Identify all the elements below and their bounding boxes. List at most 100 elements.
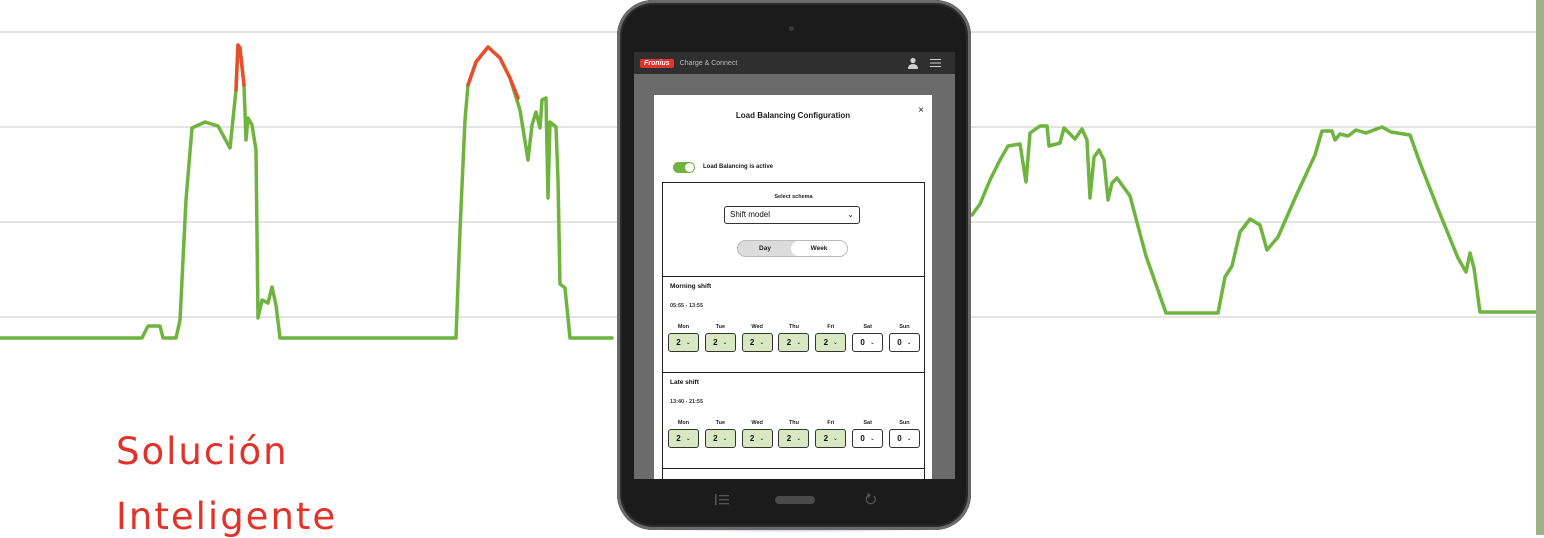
- day-stepper[interactable]: 2 ⌄: [704, 333, 736, 352]
- day-stepper[interactable]: 2 ⌄: [741, 333, 773, 352]
- day-label: Tue: [715, 324, 726, 330]
- day-column-wed: Wed 2 ⌄: [741, 420, 773, 448]
- shift-name: Late shift: [670, 379, 699, 386]
- modal-title: Load Balancing Configuration: [735, 111, 851, 120]
- day-label: Sun: [899, 420, 910, 426]
- day-value: 2: [713, 338, 718, 347]
- chevron-down-icon: ⌄: [796, 436, 802, 442]
- day-label: Tue: [715, 420, 726, 426]
- day-value: 0: [897, 434, 902, 443]
- day-value: 2: [676, 338, 681, 347]
- load-curve-right: [970, 124, 1538, 315]
- day-label: Fri: [827, 324, 835, 330]
- day-label: Mon: [677, 324, 690, 330]
- day-column-sun: Sun 0 ⌄: [888, 420, 920, 448]
- toggle-knob: [685, 163, 694, 172]
- chevron-down-icon: ⌄: [759, 340, 765, 346]
- day-stepper[interactable]: 0 ⌄: [852, 333, 884, 352]
- back-icon[interactable]: [865, 493, 877, 505]
- day-value: 0: [860, 434, 865, 443]
- day-value: 2: [823, 338, 829, 347]
- chevron-down-icon: ⌄: [722, 340, 728, 346]
- schema-select[interactable]: Shift model ⌄: [724, 206, 860, 224]
- chevron-down-icon: ⌄: [685, 436, 691, 442]
- day-value: 2: [786, 434, 792, 443]
- chevron-down-icon: ⌄: [833, 436, 839, 442]
- day-column-sat: Sat 0 ⌄: [852, 324, 884, 352]
- day-stepper[interactable]: 2 ⌄: [668, 333, 699, 352]
- day-column-sun: Sun 0 ⌄: [888, 324, 920, 352]
- load-peak-left: [234, 43, 246, 92]
- day-column-fri: Fri 2 ⌄: [815, 420, 847, 448]
- schema-select-value: Shift model: [730, 210, 771, 219]
- day-stepper[interactable]: 2 ⌄: [741, 429, 773, 448]
- day-label: Sun: [899, 324, 910, 330]
- day-label: Wed: [751, 420, 763, 426]
- chevron-down-icon: ⌄: [833, 340, 839, 346]
- day-column-thu: Thu 2 ⌄: [778, 420, 810, 448]
- app-header: Fronius Charge & Connect: [634, 52, 955, 74]
- day-column-mon: Mon 2 ⌄: [668, 420, 699, 448]
- day-label: Mon: [677, 420, 690, 426]
- chevron-down-icon: ⌄: [796, 340, 802, 346]
- segment-day[interactable]: Day: [738, 241, 792, 256]
- day-label: Sat: [863, 324, 872, 330]
- day-label: Thu: [788, 324, 800, 330]
- schema-label: Select schema: [774, 194, 813, 200]
- device-nav-bar: [617, 490, 971, 510]
- load-peak-middle: [466, 45, 520, 100]
- day-label: Thu: [788, 420, 800, 426]
- day-column-thu: Thu 2 ⌄: [778, 324, 810, 352]
- brand-logo[interactable]: Fronius: [640, 58, 674, 68]
- load-balancing-toggle[interactable]: [673, 162, 695, 173]
- day-column-mon: Mon 2 ⌄: [668, 324, 699, 352]
- user-icon[interactable]: [907, 57, 919, 69]
- shift-time: 13:40 - 21:55: [670, 399, 704, 405]
- day-column-tue: Tue 2 ⌄: [704, 420, 736, 448]
- day-stepper[interactable]: 2 ⌄: [778, 333, 810, 352]
- day-stepper[interactable]: 0 ⌄: [888, 429, 920, 448]
- headline-line-1: Solución: [116, 430, 289, 473]
- schema-section: Select schema Shift model ⌄ Day Week: [662, 182, 925, 276]
- toggle-label: Load Balancing is active: [703, 164, 774, 170]
- right-edge-bar: [1536, 0, 1544, 535]
- chevron-down-icon: ⌄: [722, 436, 728, 442]
- day-column-fri: Fri 2 ⌄: [815, 324, 847, 352]
- chevron-down-icon: ⌄: [685, 340, 691, 346]
- day-column-wed: Wed 2 ⌄: [741, 324, 773, 352]
- headline-line-2: Inteligente: [116, 495, 338, 538]
- menu-icon[interactable]: [930, 58, 941, 68]
- day-value: 2: [713, 434, 718, 443]
- home-button-icon[interactable]: [775, 496, 815, 504]
- day-stepper[interactable]: 0 ⌄: [888, 333, 920, 352]
- camera-dot: [789, 26, 794, 31]
- chevron-down-icon: ⌄: [759, 436, 765, 442]
- shift-time: 05:55 - 13:55: [670, 303, 704, 309]
- day-stepper[interactable]: 2 ⌄: [815, 333, 847, 352]
- day-value: 2: [786, 338, 792, 347]
- tablet-screen: Fronius Charge & Connect Load Balancing …: [634, 52, 955, 479]
- segment-week[interactable]: Week: [791, 241, 847, 256]
- day-value: 2: [749, 434, 755, 443]
- day-stepper[interactable]: 2 ⌄: [778, 429, 810, 448]
- day-label: Sat: [863, 420, 872, 426]
- day-value: 2: [823, 434, 829, 443]
- app-title: Charge & Connect: [679, 59, 738, 67]
- day-column-tue: Tue 2 ⌄: [704, 324, 736, 352]
- day-value: 2: [676, 434, 681, 443]
- recent-apps-icon[interactable]: [715, 494, 729, 505]
- day-selectors: Mon 2 ⌄ Tue 2 ⌄ Wed 2 ⌄ Thu 2 ⌄ Fri 2 ⌄ Sat 0 ⌄ Sun 0…: [668, 420, 920, 448]
- day-stepper[interactable]: 2 ⌄: [668, 429, 699, 448]
- day-stepper[interactable]: 0 ⌄: [852, 429, 884, 448]
- day-label: Wed: [751, 324, 763, 330]
- day-selectors: Mon 2 ⌄ Tue 2 ⌄ Wed 2 ⌄ Thu 2 ⌄ Fri 2 ⌄ Sat 0 ⌄ Sun 0…: [668, 324, 920, 352]
- day-value: 2: [749, 338, 755, 347]
- day-stepper[interactable]: 2 ⌄: [815, 429, 847, 448]
- chevron-down-icon: ⌄: [869, 340, 875, 346]
- close-icon[interactable]: ×: [918, 105, 924, 116]
- shift-section-morning: Morning shift 05:55 - 13:55 Mon 2 ⌄ Tue 2 ⌄ …: [662, 276, 925, 372]
- shift-name: Morning shift: [670, 283, 712, 290]
- tablet-device: Fronius Charge & Connect Load Balancing …: [617, 0, 971, 530]
- day-stepper[interactable]: 2 ⌄: [704, 429, 736, 448]
- load-curve-left: [0, 43, 614, 340]
